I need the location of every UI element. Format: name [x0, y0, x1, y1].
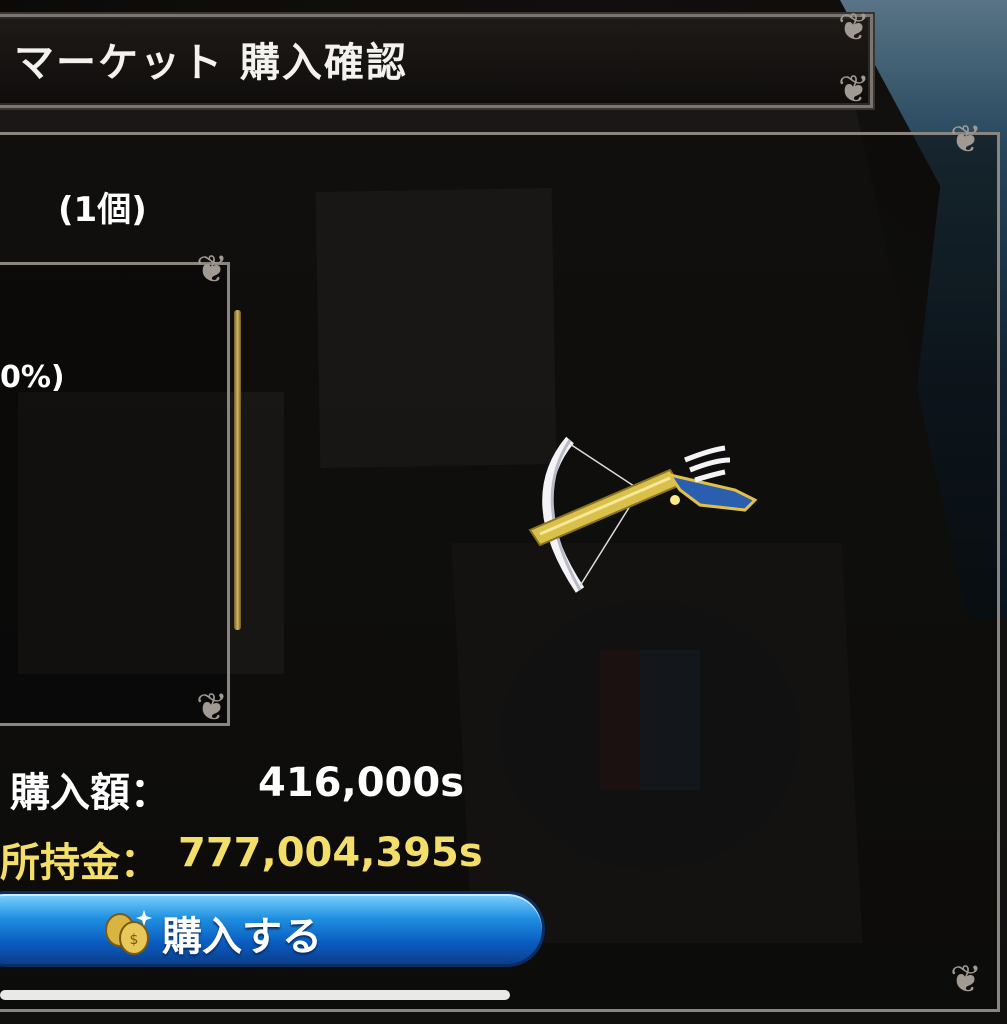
svg-text:$: $ [130, 932, 139, 948]
rate-text: 0%) [0, 360, 65, 395]
price-label: 購入額： [10, 770, 170, 816]
crossbow-icon [528, 436, 758, 593]
corner-ornament-icon: ❦ [196, 247, 228, 291]
corner-ornament-icon: ❦ [838, 67, 870, 111]
page-title: マーケット 購入確認 [14, 40, 408, 86]
price-value: 416,000s [258, 760, 464, 806]
corner-ornament-icon: ❦ [196, 685, 228, 729]
money-value: 777,004,395s [178, 830, 483, 876]
corner-ornament-icon: ❦ [838, 5, 870, 49]
coins-icon: $ [105, 910, 152, 955]
corner-ornament-icon: ❦ [950, 117, 982, 161]
money-label: 所持金： [0, 840, 160, 886]
item-detail-box[interactable] [0, 262, 230, 726]
detail-scrollbar[interactable] [234, 310, 241, 630]
buy-button-label[interactable]: 購入する [162, 904, 322, 962]
quantity-label: (1個) [58, 190, 147, 230]
horizontal-scroll-indicator[interactable] [0, 990, 510, 1000]
corner-ornament-icon: ❦ [950, 957, 982, 1001]
